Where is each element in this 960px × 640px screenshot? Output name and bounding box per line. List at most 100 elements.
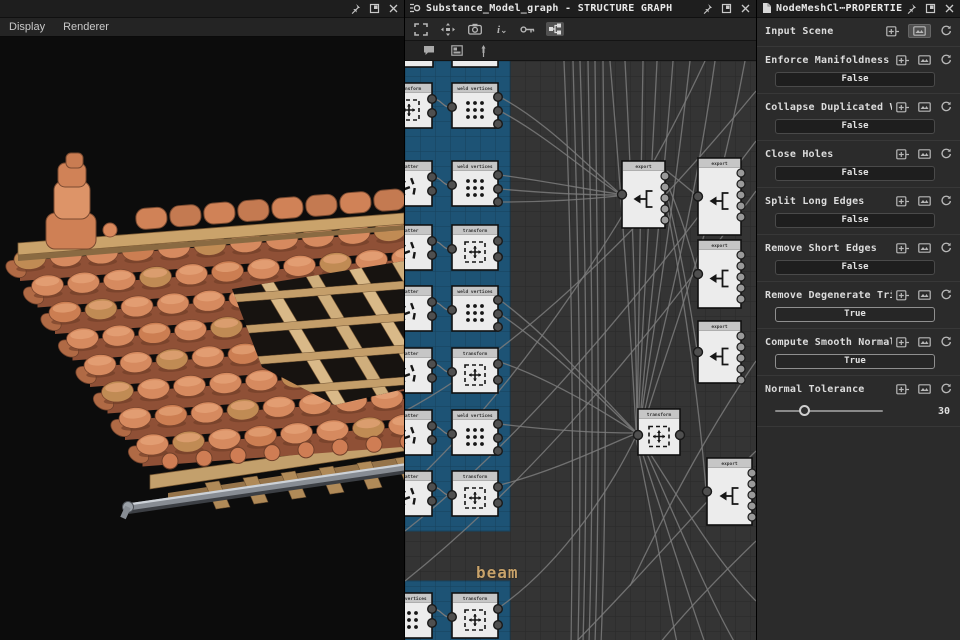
graph-node[interactable]: transform [448,348,503,393]
preset-icon[interactable] [908,24,931,38]
slider-knob[interactable] [799,405,810,416]
screenshot-icon[interactable] [466,22,484,36]
reset-icon[interactable] [940,383,952,395]
expose-icon[interactable] [896,102,909,113]
pin-icon[interactable] [477,44,490,58]
preset-icon[interactable] [918,384,931,394]
float-icon[interactable] [925,3,936,14]
preset-icon[interactable] [918,102,931,112]
focus-actual-size-icon[interactable] [439,22,457,37]
property-row: Collapse Duplicated VeFalse [757,94,960,141]
graph-node[interactable]: scatter [405,286,436,331]
graph-node[interactable]: weld vertices [448,410,503,455]
float-icon[interactable] [721,3,732,14]
reset-icon[interactable] [940,242,952,254]
document-icon [762,0,772,18]
graph-node[interactable]: export [703,458,757,525]
3d-viewport[interactable] [0,37,404,640]
reset-icon[interactable] [940,195,952,207]
graph-node[interactable]: weld vertices [405,593,436,638]
thumbnail-icon[interactable] [449,44,465,57]
expose-icon[interactable] [896,384,909,395]
property-row: Remove Degenerate TriaTrue [757,282,960,329]
preset-icon[interactable] [918,243,931,253]
expose-icon[interactable] [896,290,909,301]
pin-icon[interactable] [350,3,361,14]
pin-icon[interactable] [702,3,713,14]
expose-icon[interactable] [896,196,909,207]
graph-node[interactable]: transform [448,471,503,516]
frame-selection-icon[interactable] [412,22,430,37]
property-value-button[interactable]: False [775,119,935,134]
graph-view-icon[interactable] [546,22,564,36]
reset-icon[interactable] [940,54,952,66]
slider-track[interactable] [775,410,883,412]
node-title: export [711,161,728,167]
property-label: Close Holes [765,149,892,160]
property-value-button[interactable]: False [775,166,935,181]
frame-label[interactable]: beam [476,563,519,582]
menu-renderer[interactable]: Renderer [54,18,118,36]
close-icon[interactable] [944,3,955,14]
property-value-button[interactable]: False [775,213,935,228]
application-window: Display Renderer Substance_Model_graph -… [0,0,960,640]
node-title: export [711,243,728,249]
reset-icon[interactable] [940,101,952,113]
expose-icon[interactable] [896,149,909,160]
property-row: Normal Tolerance30 [757,376,960,427]
graph-node[interactable]: export [618,161,670,228]
reset-icon[interactable] [940,336,952,348]
property-value-button[interactable]: False [775,72,935,87]
preset-icon[interactable] [918,196,931,206]
graph-node[interactable]: scatter [405,225,436,270]
graph-node[interactable]: scatter [405,471,436,516]
float-icon[interactable] [369,3,380,14]
graph-node[interactable]: weld vertices [448,83,503,128]
reset-icon[interactable] [940,148,952,160]
graph-node[interactable]: transform [634,409,685,455]
menu-display[interactable]: Display [0,18,54,36]
link-icon[interactable] [518,23,537,36]
node-title: scatter [405,289,419,295]
slider-row: 30 [775,404,952,418]
preset-icon[interactable] [918,290,931,300]
expose-icon[interactable] [886,26,899,37]
close-icon[interactable] [740,3,751,14]
expose-icon[interactable] [896,337,909,348]
node-title: export [635,164,652,170]
preset-icon[interactable] [918,55,931,65]
graph-panel: Substance_Model_graph - STRUCTURE GRAPH … [404,0,757,640]
graph-node[interactable]: transform [448,225,503,270]
preset-icon[interactable] [918,149,931,159]
graph-node[interactable]: scatter [405,348,436,393]
close-icon[interactable] [388,3,399,14]
property-label: Input Scene [765,26,882,37]
graph-node[interactable]: scatter [405,161,436,206]
graph-node[interactable]: weld vertices [448,286,503,331]
viewport-menubar: Display Renderer [0,18,404,37]
graph-node[interactable]: transform [448,593,503,638]
comment-icon[interactable] [421,44,437,57]
expose-icon[interactable] [896,55,909,66]
node-title: export [711,324,728,330]
graph-node[interactable]: transform [405,83,436,128]
graph-node[interactable]: export [694,240,746,308]
info-icon[interactable]: i [493,22,509,37]
reset-icon[interactable] [940,25,952,37]
property-value-button[interactable]: True [775,354,935,369]
pin-icon[interactable] [906,3,917,14]
node-title: weld vertices [457,413,493,419]
graph-node[interactable]: scatter [405,410,436,455]
node-graph-canvas[interactable]: transform weld vertices scatter weld vertic… [405,61,756,640]
property-value-button[interactable]: True [775,307,935,322]
reset-icon[interactable] [940,289,952,301]
graph-node[interactable]: export [694,158,746,235]
property-row: Compute Smooth NormalsTrue [757,329,960,376]
graph-node[interactable]: weld vertices [448,161,503,206]
graph-panel-title: Substance_Model_graph - STRUCTURE GRAPH [426,3,698,14]
property-value-button[interactable]: False [775,260,935,275]
properties-title: NodeMeshCl⋯PROPERTIES [776,3,902,14]
expose-icon[interactable] [896,243,909,254]
graph-node[interactable]: export [694,321,746,384]
preset-icon[interactable] [918,337,931,347]
